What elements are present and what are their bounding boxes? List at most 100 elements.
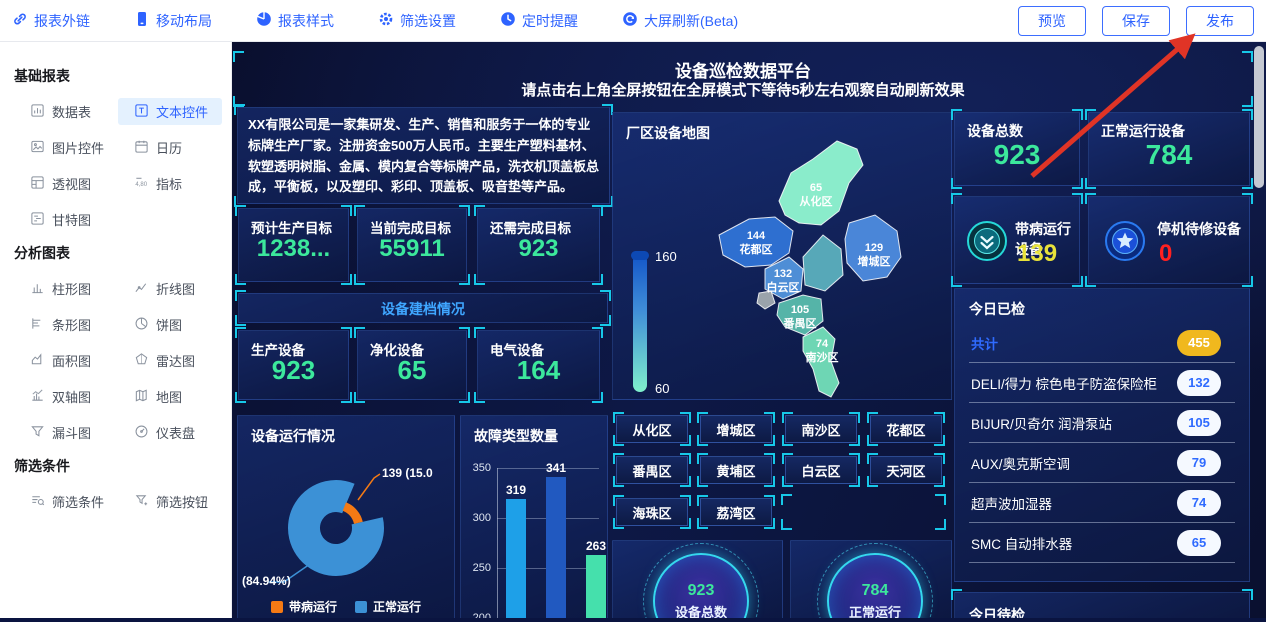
sidebar-item-map[interactable]: 地图	[118, 383, 222, 410]
save-button[interactable]: 保存	[1102, 5, 1170, 36]
sidebar-item-text-widget[interactable]: 文本控件	[118, 98, 222, 125]
fault-type-chart[interactable]: 故障类型数量 350 300 250 200 319 341 263	[460, 415, 608, 618]
guangzhou-region-map[interactable]: 65 从化区 144 花都区 129 增城区 132 白云区 105 番禺区 7…	[653, 139, 952, 400]
sidebar-item-filter-condition[interactable]: 筛选条件	[14, 488, 118, 515]
toolbar-item-timed-reminder[interactable]: 定时提醒	[500, 11, 578, 31]
svg-text:74: 74	[816, 338, 829, 350]
funnel-chart-icon	[30, 424, 45, 442]
alert-value: 0	[1159, 240, 1173, 267]
kpi-value: 55911	[379, 235, 445, 262]
district-button[interactable]: 黄埔区	[697, 453, 775, 487]
toolbar-item-mobile-layout[interactable]: 移动布局	[134, 11, 212, 31]
column-chart-icon	[30, 280, 45, 298]
widget-sidebar: 基础报表 数据表 文本控件 图片控件 日历 透视图 4,80 指标 甘特图 分析图…	[0, 42, 232, 618]
publish-button[interactable]: 发布	[1186, 5, 1254, 36]
checked-today-widget[interactable]: 今日已检 共计 455 DELI/得力 棕色电子防盗保险柜 132 BIJUR/…	[954, 288, 1250, 582]
count-badge: 65	[1177, 529, 1221, 556]
kpi-purification-equipment[interactable]: 净化设备 65	[354, 327, 470, 403]
section-title-basic-reports: 基础报表	[14, 68, 70, 84]
empty-widget-slot[interactable]	[781, 494, 946, 530]
sidebar-item-area-chart[interactable]: 面积图	[14, 347, 118, 374]
vertical-scrollbar-thumb[interactable]	[1254, 46, 1264, 188]
district-button[interactable]: 番禺区	[613, 453, 691, 487]
status-card-normal[interactable]: 正常运行设备 784	[1085, 109, 1253, 189]
district-button[interactable]: 白云区	[782, 453, 860, 487]
gear-icon	[378, 11, 394, 30]
list-row-total: 共计 455	[969, 323, 1235, 363]
list-row: DELI/得力 棕色电子防盗保险柜 132	[969, 363, 1235, 403]
district-button[interactable]: 海珠区	[613, 495, 691, 529]
toolbar-item-external-link[interactable]: 报表外链	[12, 11, 90, 31]
sidebar-item-data-table[interactable]: 数据表	[14, 98, 118, 125]
company-intro-text: XX有限公司是一家集研发、生产、销售和服务于一体的专业标牌生产厂家。注册资金50…	[248, 117, 600, 195]
kpi-value: 923	[271, 355, 316, 385]
svg-text:白云区: 白云区	[767, 280, 800, 294]
map-color-scale[interactable]	[633, 254, 647, 392]
count-badge: 132	[1177, 369, 1221, 396]
district-button[interactable]: 天河区	[867, 453, 945, 487]
legend-label: 带病运行	[288, 600, 337, 614]
sidebar-item-gauge-chart[interactable]: 仪表盘	[118, 419, 222, 446]
preview-button[interactable]: 预览	[1018, 5, 1086, 36]
kpi-production-equipment[interactable]: 生产设备 923	[235, 327, 352, 403]
district-button[interactable]: 荔湾区	[697, 495, 775, 529]
metric-icon: 4,80	[134, 175, 149, 193]
sidebar-item-metric[interactable]: 4,80 指标	[118, 170, 222, 197]
sidebar-item-filter-button[interactable]: 筛选按钮	[118, 488, 222, 515]
sidebar-item-pie-chart[interactable]: 饼图	[118, 311, 222, 338]
chevron-down-badge-icon	[965, 219, 1009, 268]
map-scale-handle[interactable]	[631, 251, 649, 260]
equipment-archive-banner[interactable]: 设备建档情况	[235, 290, 611, 326]
fault-bar	[586, 555, 606, 618]
gauge-label: 正常运行	[848, 604, 901, 619]
kpi-remaining-target[interactable]: 还需完成目标 923	[474, 205, 603, 285]
list-title: 今日已检	[969, 301, 1025, 317]
sidebar-item-dual-axis-chart[interactable]: 双轴图	[14, 383, 118, 410]
kpi-electrical-equipment[interactable]: 电气设备 164	[474, 327, 603, 403]
district-button[interactable]: 增城区	[697, 412, 775, 446]
count-badge: 105	[1177, 409, 1221, 436]
sidebar-item-image-widget[interactable]: 图片控件	[14, 134, 118, 161]
sidebar-item-radar-chart[interactable]: 雷达图	[118, 347, 222, 374]
status-card-total[interactable]: 设备总数 923	[951, 109, 1083, 189]
radar-chart-icon	[134, 352, 149, 370]
sidebar-item-gantt[interactable]: 甘特图	[14, 206, 118, 233]
toolbar-item-label: 移动布局	[156, 12, 212, 29]
kpi-current-complete[interactable]: 当前完成目标 55911	[354, 205, 470, 285]
sidebar-item-funnel-chart[interactable]: 漏斗图	[14, 419, 118, 446]
equipment-run-status-chart[interactable]: 设备运行情况 139 (15.0 (84.94%) 带病运行 正常运行	[237, 415, 455, 618]
pending-today-widget[interactable]: 今日待检	[951, 589, 1253, 618]
toolbar-item-screen-refresh[interactable]: 大屏刷新(Beta)	[622, 11, 738, 31]
district-button[interactable]: 从化区	[613, 412, 691, 446]
svg-text:增城区: 增城区	[858, 254, 891, 268]
dual-axis-icon	[30, 388, 45, 406]
sidebar-item-calendar[interactable]: 日历	[118, 134, 222, 161]
sidebar-item-bar-chart[interactable]: 条形图	[14, 311, 118, 338]
toolbar-item-filter-settings[interactable]: 筛选设置	[378, 11, 456, 31]
district-button[interactable]: 花都区	[867, 412, 945, 446]
kpi-expected-target[interactable]: 预计生产目标 1238...	[235, 205, 352, 285]
company-intro-widget[interactable]: XX有限公司是一家集研发、生产、销售和服务于一体的专业标牌生产厂家。注册资金50…	[234, 104, 613, 207]
toolbar-item-report-style[interactable]: 报表样式	[256, 11, 334, 31]
toolbar-item-label: 大屏刷新(Beta)	[644, 12, 739, 29]
factory-map-widget[interactable]: 厂区设备地图 160 60 65 从化区 144 花都区 129 增城区 132…	[612, 112, 952, 400]
gantt-icon	[30, 211, 45, 229]
district-button[interactable]: 南沙区	[782, 412, 860, 446]
alert-card-faulty-running[interactable]: 带病运行设备 139	[951, 193, 1083, 287]
section-title-analysis-charts: 分析图表	[14, 245, 70, 261]
list-row: AUX/奥克斯空调 79	[969, 443, 1235, 483]
sidebar-item-column-chart[interactable]: 柱形图	[14, 275, 118, 302]
sidebar-item-line-chart[interactable]: 折线图	[118, 275, 222, 302]
map-icon	[134, 388, 149, 406]
svg-text:南沙区: 南沙区	[806, 350, 839, 364]
gauge-normal-running[interactable]: 784 正常运行	[790, 540, 952, 618]
svg-text:105: 105	[791, 304, 809, 316]
refresh-icon	[622, 11, 638, 30]
dashboard-title-widget[interactable]: 设备巡检数据平台 请点击右上角全屏按钮在全屏模式下等待5秒左右观察自动刷新效果	[233, 51, 1253, 107]
alert-card-stopped-repair[interactable]: 停机待修设备 0	[1085, 193, 1253, 287]
kpi-value: 164	[516, 355, 561, 385]
gauge-total-equipment[interactable]: 923 设备总数	[612, 540, 783, 618]
sidebar-item-pivot[interactable]: 透视图	[14, 170, 118, 197]
area-chart-icon	[30, 352, 45, 370]
list-row: SMC 自动排水器 65	[969, 523, 1235, 563]
